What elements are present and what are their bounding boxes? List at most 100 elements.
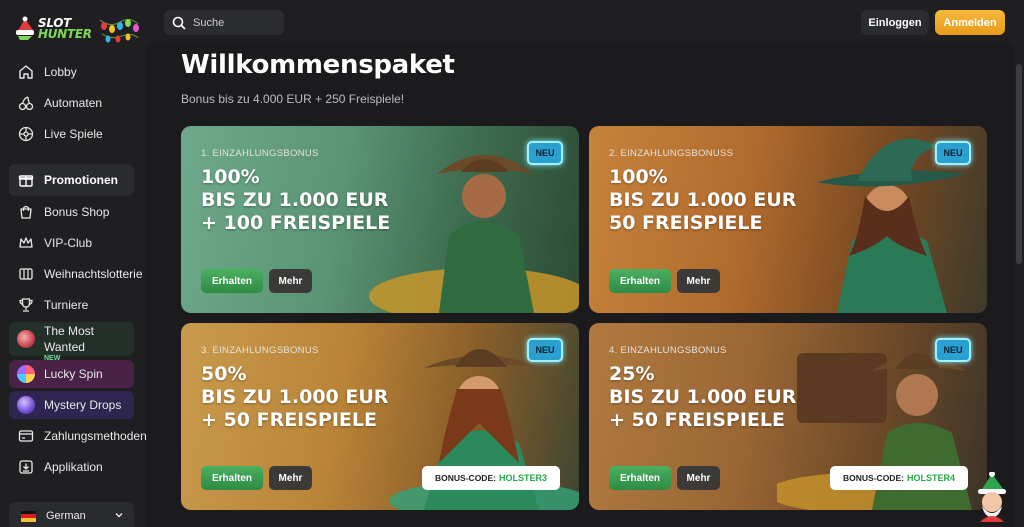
claim-button[interactable]: Erhalten xyxy=(609,269,671,293)
sidebar-item-label: Turniere xyxy=(44,298,89,312)
bonus-spins: 50 FREISPIELE xyxy=(609,212,763,234)
more-button[interactable]: Mehr xyxy=(269,269,312,293)
bonus-amount: BIS ZU 1.000 EUR xyxy=(201,189,389,211)
brand-wordmark: SLOT HUNTER xyxy=(38,17,92,41)
claim-button[interactable]: Erhalten xyxy=(609,466,671,490)
sidebar: SLOT HUNTER Lobby Automaten Live Spiele … xyxy=(0,0,147,527)
bonus-amount: BIS ZU 1.000 EUR xyxy=(201,386,389,408)
card-label: 4. EINZAHLUNGSBONUS xyxy=(609,345,727,356)
sidebar-item-promotionen[interactable]: Promotionen xyxy=(9,164,134,196)
card-headline: 100% BIS ZU 1.000 EUR + 100 FREISPIELE xyxy=(201,166,441,235)
chevron-down-icon xyxy=(114,507,124,525)
more-button[interactable]: Mehr xyxy=(269,466,312,490)
bonus-percent: 50% xyxy=(201,363,247,385)
sidebar-item-label: Promotionen xyxy=(44,173,118,187)
sidebar-item-label: Live Spiele xyxy=(44,127,103,141)
sidebar-item-label: Applikation xyxy=(44,460,103,474)
home-icon xyxy=(17,63,35,81)
bonus-code-box[interactable]: BONUS-CODE: HOLSTER3 xyxy=(422,466,560,490)
santa-hat-icon xyxy=(16,16,34,40)
card-label: 2. EINZAHLUNGSBONUSS xyxy=(609,148,734,159)
sidebar-item-label: Lucky Spin xyxy=(44,367,103,381)
bonus-spins: + 50 FREISPIELE xyxy=(609,409,785,431)
sidebar-item-applikation[interactable]: Applikation xyxy=(9,453,134,481)
sidebar-item-label: Bonus Shop xyxy=(44,205,110,219)
crown-icon xyxy=(17,234,35,252)
search-placeholder: Suche xyxy=(193,16,225,29)
card-headline: 50% BIS ZU 1.000 EUR + 50 FREISPIELE xyxy=(201,363,441,432)
page-title: Willkommenspaket xyxy=(181,50,455,80)
sidebar-item-mystery-drops[interactable]: Mystery Drops xyxy=(9,391,134,419)
mystery-drop-icon xyxy=(17,396,35,414)
login-button[interactable]: Einloggen xyxy=(861,10,929,35)
sidebar-item-the-most-wanted[interactable]: The Most Wanted xyxy=(9,322,134,356)
bonus-percent: 100% xyxy=(201,166,260,188)
bonus-amount: BIS ZU 1.000 EUR xyxy=(609,189,797,211)
bonus-code-box[interactable]: BONUS-CODE: HOLSTER4 xyxy=(830,466,968,490)
sidebar-item-bonus-shop[interactable]: Bonus Shop xyxy=(9,198,134,226)
sidebar-item-turniere[interactable]: Turniere xyxy=(9,291,134,319)
slot-hunter-logo[interactable]: SLOT HUNTER xyxy=(12,8,140,48)
sidebar-item-label: VIP-Club xyxy=(44,236,93,250)
wallet-icon xyxy=(17,427,35,445)
bonus-code-label: BONUS-CODE: xyxy=(435,473,496,483)
bonus-card-1: 1. EINZAHLUNGSBONUS 100% BIS ZU 1.000 EU… xyxy=(181,126,579,313)
shopping-bag-icon xyxy=(17,203,35,221)
cherries-icon xyxy=(17,94,35,112)
sidebar-item-automaten[interactable]: Automaten xyxy=(9,89,134,117)
christmas-lights-icon xyxy=(99,18,139,43)
bonus-code-value: HOLSTER4 xyxy=(906,473,955,483)
sidebar-item-label: Lobby xyxy=(44,65,77,79)
sidebar-item-label: Automaten xyxy=(44,96,103,110)
claim-button[interactable]: Erhalten xyxy=(201,466,263,490)
bonus-card-2: 2. EINZAHLUNGSBONUSS 100% BIS ZU 1.000 E… xyxy=(589,126,987,313)
bonus-amount: BIS ZU 1.000 EUR xyxy=(609,386,797,408)
trophy-icon xyxy=(17,296,35,314)
card-headline: 100% BIS ZU 1.000 EUR 50 FREISPIELE xyxy=(609,166,849,235)
bonus-percent: 25% xyxy=(609,363,655,385)
register-button[interactable]: Anmelden xyxy=(935,10,1005,35)
download-icon xyxy=(17,458,35,476)
claim-button[interactable]: Erhalten xyxy=(201,269,263,293)
sidebar-item-lucky-spin[interactable]: NEW Lucky Spin xyxy=(9,355,134,388)
roulette-icon xyxy=(17,125,35,143)
sidebar-item-label: Mystery Drops xyxy=(44,398,122,412)
sidebar-item-live-spiele[interactable]: Live Spiele xyxy=(9,120,134,148)
sidebar-item-weihnachtslotterie[interactable]: Weihnachtslotterie xyxy=(9,260,143,288)
card-label: 1. EINZAHLUNGSBONUS xyxy=(201,148,319,159)
search-icon xyxy=(172,16,186,30)
brand-line2: HUNTER xyxy=(38,27,92,41)
bonus-spins: + 50 FREISPIELE xyxy=(201,409,377,431)
german-flag-icon xyxy=(21,510,36,522)
card-label: 3. EINZAHLUNGSBONUS xyxy=(201,345,319,356)
new-badge: NEU xyxy=(935,338,971,362)
bonus-percent: 100% xyxy=(609,166,668,188)
bonus-spins: + 100 FREISPIELE xyxy=(201,212,391,234)
top-header: Suche Einloggen Anmelden xyxy=(146,0,1024,44)
elf-support-icon[interactable] xyxy=(972,472,1012,522)
new-badge: NEU xyxy=(527,338,563,362)
bonus-code-label: BONUS-CODE: xyxy=(843,473,904,483)
bonus-card-4: 4. EINZAHLUNGSBONUS 25% BIS ZU 1.000 EUR… xyxy=(589,323,987,510)
more-button[interactable]: Mehr xyxy=(677,269,720,293)
card-headline: 25% BIS ZU 1.000 EUR + 50 FREISPIELE xyxy=(609,363,849,432)
sidebar-item-label: Weihnachtslotterie xyxy=(44,267,143,281)
sidebar-item-zahlungsmethoden[interactable]: Zahlungsmethoden xyxy=(9,422,147,450)
sidebar-item-label: Zahlungsmethoden xyxy=(44,429,147,443)
language-selector[interactable]: German xyxy=(9,502,134,527)
search-input[interactable]: Suche xyxy=(164,10,284,35)
more-button[interactable]: Mehr xyxy=(677,466,720,490)
wanted-badge-icon xyxy=(17,330,35,348)
sidebar-item-vip-club[interactable]: VIP-Club xyxy=(9,229,134,257)
sidebar-item-label: The Most Wanted xyxy=(44,324,95,354)
new-badge: NEW xyxy=(44,355,61,362)
lucky-wheel-icon xyxy=(17,365,35,383)
bonus-card-3: 3. EINZAHLUNGSBONUS 50% BIS ZU 1.000 EUR… xyxy=(181,323,579,510)
gift-icon xyxy=(17,171,35,189)
language-label: German xyxy=(46,510,86,522)
scrollbar-thumb[interactable] xyxy=(1016,64,1022,264)
new-badge: NEU xyxy=(527,141,563,165)
sidebar-item-lobby[interactable]: Lobby xyxy=(9,58,134,86)
bonus-code-value: HOLSTER3 xyxy=(498,473,547,483)
page-subtitle: Bonus bis zu 4.000 EUR + 250 Freispiele! xyxy=(181,92,405,106)
